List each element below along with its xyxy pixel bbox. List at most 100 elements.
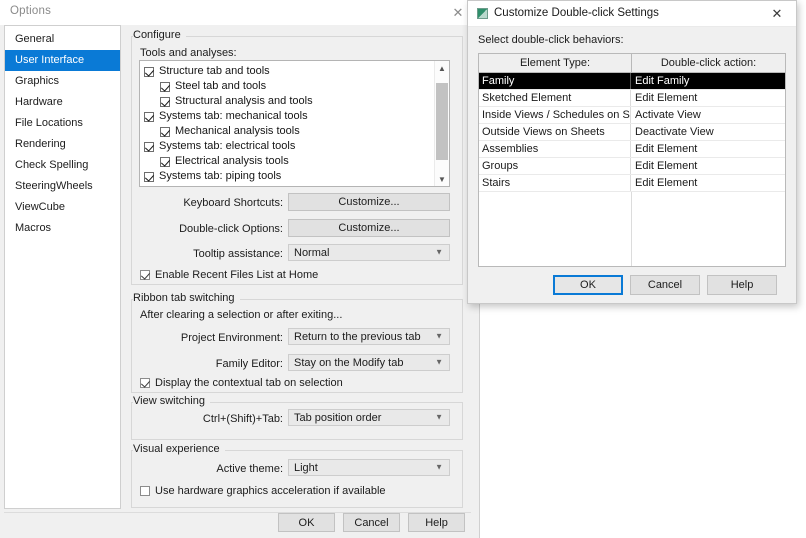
cell-double-click-action: Deactivate View	[635, 126, 714, 138]
close-icon[interactable]: ✕	[764, 4, 790, 24]
cell-double-click-action: Activate View	[635, 109, 701, 121]
options-window-title: Options	[10, 5, 52, 17]
tree-item-label: Systems tab: piping tools	[159, 170, 282, 182]
tree-item[interactable]: Steel tab and tools	[144, 79, 313, 94]
options-sidebar[interactable]: General User Interface Graphics Hardware Fil…	[4, 25, 121, 509]
sidebar-item-viewcube[interactable]: ViewCube	[5, 197, 120, 218]
table-body: Family Edit Family Sketched Element Edit El…	[479, 73, 785, 192]
double-click-settings-table[interactable]: Element Type: Double-click action: Famil…	[478, 53, 786, 267]
sidebar-item-hardware[interactable]: Hardware	[5, 92, 120, 113]
checkbox-icon[interactable]	[160, 156, 170, 167]
scroll-up-icon[interactable]: ▲	[435, 61, 449, 75]
double-click-options-label: Double-click Options:	[179, 223, 283, 235]
table-header-row: Element Type: Double-click action:	[479, 54, 785, 73]
sidebar-item-user-interface[interactable]: User Interface	[5, 50, 120, 71]
project-environment-label: Project Environment:	[180, 332, 283, 344]
project-environment-select[interactable]: Return to the previous tab ▼	[288, 328, 450, 345]
dialog-help-button[interactable]: Help	[707, 275, 777, 295]
column-header-double-click-action[interactable]: Double-click action:	[632, 54, 785, 72]
checkbox-icon[interactable]	[160, 96, 170, 107]
tree-item[interactable]: Systems tab: mechanical tools	[144, 109, 313, 124]
family-editor-value: Stay on the Modify tab	[294, 356, 404, 369]
tree-item[interactable]: Mechanical analysis tools	[144, 124, 313, 139]
sidebar-item-rendering[interactable]: Rendering	[5, 134, 120, 155]
ribbon-intro-label: After clearing a selection or after exit…	[140, 309, 343, 321]
active-theme-select[interactable]: Light ▼	[288, 459, 450, 476]
cell-double-click-action: Edit Element	[635, 143, 698, 155]
table-row[interactable]: Outside Views on Sheets Deactivate View	[479, 124, 785, 141]
table-row[interactable]: Groups Edit Element	[479, 158, 785, 175]
family-editor-label: Family Editor:	[215, 358, 283, 370]
checkbox-icon[interactable]	[144, 141, 154, 152]
checkbox-icon[interactable]	[144, 171, 154, 182]
table-row[interactable]: Sketched Element Edit Element	[479, 90, 785, 107]
ctrl-tab-select[interactable]: Tab position order ▼	[288, 409, 450, 426]
sidebar-item-steeringwheels[interactable]: SteeringWheels	[5, 176, 120, 197]
tools-tree-list[interactable]: Structure tab and tools Steel tab and too…	[139, 60, 450, 187]
cell-element-type: Outside Views on Sheets	[479, 124, 631, 140]
tree-item[interactable]: Electrical analysis tools	[144, 154, 313, 169]
tools-and-analyses-label: Tools and analyses:	[140, 47, 237, 59]
active-theme-label: Active theme:	[216, 463, 283, 475]
cell-element-type: Sketched Element	[479, 90, 631, 106]
scroll-down-icon[interactable]: ▼	[435, 172, 449, 186]
display-contextual-tab-checkbox[interactable]: Display the contextual tab on selection	[140, 377, 343, 389]
tree-scrollbar[interactable]: ▲ ▼	[434, 61, 449, 186]
table-row[interactable]: Inside Views / Schedules on Sheets Activa…	[479, 107, 785, 124]
dialog-ok-button[interactable]: OK	[553, 275, 623, 295]
column-header-element-type[interactable]: Element Type:	[479, 54, 632, 72]
tree-item[interactable]: Piping analysis tools	[144, 184, 313, 188]
sidebar-item-file-locations[interactable]: File Locations	[5, 113, 120, 134]
hardware-acceleration-checkbox[interactable]: Use hardware graphics acceleration if av…	[140, 485, 386, 497]
checkbox-icon	[140, 486, 150, 496]
table-row[interactable]: Stairs Edit Element	[479, 175, 785, 192]
family-editor-select[interactable]: Stay on the Modify tab ▼	[288, 354, 450, 371]
cell-element-type: Family	[479, 73, 631, 89]
options-ok-button[interactable]: OK	[278, 513, 335, 532]
sidebar-item-label: Hardware	[15, 96, 63, 108]
tree-item-label: Mechanical analysis tools	[175, 125, 300, 137]
tooltip-assistance-select[interactable]: Normal ▼	[288, 244, 450, 261]
checkbox-icon	[140, 378, 150, 388]
options-cancel-button[interactable]: Cancel	[343, 513, 400, 532]
tooltip-assistance-value: Normal	[294, 246, 330, 259]
sidebar-item-label: SteeringWheels	[15, 180, 93, 192]
chevron-down-icon: ▼	[435, 331, 443, 341]
cell-element-type: Groups	[479, 158, 631, 174]
enable-recent-files-checkbox[interactable]: Enable Recent Files List at Home	[140, 269, 318, 281]
keyboard-shortcuts-customize-button[interactable]: Customize...	[288, 193, 450, 211]
scrollbar-thumb[interactable]	[436, 83, 448, 160]
checkbox-icon[interactable]	[160, 126, 170, 137]
sidebar-item-general[interactable]: General	[5, 29, 120, 50]
checkbox-icon[interactable]	[144, 66, 154, 77]
display-contextual-tab-label: Display the contextual tab on selection	[155, 377, 343, 389]
dialog-cancel-button[interactable]: Cancel	[630, 275, 700, 295]
customize-double-click-settings-dialog: Customize Double-click Settings ✕ Select…	[467, 0, 797, 304]
checkbox-icon[interactable]	[160, 81, 170, 92]
tooltip-assistance-label: Tooltip assistance:	[193, 248, 283, 260]
table-row[interactable]: Family Edit Family	[479, 73, 785, 90]
hardware-acceleration-label: Use hardware graphics acceleration if av…	[155, 485, 386, 497]
checkbox-icon[interactable]	[144, 111, 154, 122]
tree-item[interactable]: Structural analysis and tools	[144, 94, 313, 109]
sidebar-item-check-spelling[interactable]: Check Spelling	[5, 155, 120, 176]
project-environment-value: Return to the previous tab	[294, 330, 421, 343]
table-empty-col2	[632, 192, 785, 266]
double-click-customize-button[interactable]: Customize...	[288, 219, 450, 237]
cell-double-click-action: Edit Element	[635, 177, 698, 189]
dialog-subtitle: Select double-click behaviors:	[478, 34, 624, 46]
active-theme-value: Light	[294, 461, 318, 474]
dialog-title: Customize Double-click Settings	[494, 7, 659, 19]
checkbox-icon[interactable]	[160, 187, 170, 188]
options-help-button[interactable]: Help	[408, 513, 465, 532]
tree-item[interactable]: Systems tab: electrical tools	[144, 139, 313, 154]
tree-item-label: Structural analysis and tools	[175, 95, 313, 107]
sidebar-item-graphics[interactable]: Graphics	[5, 71, 120, 92]
cell-element-type: Inside Views / Schedules on Sheets	[479, 107, 631, 123]
table-row[interactable]: Assemblies Edit Element	[479, 141, 785, 158]
keyboard-shortcuts-label: Keyboard Shortcuts:	[183, 197, 283, 209]
tree-item[interactable]: Systems tab: piping tools	[144, 169, 313, 184]
tree-item-label: Steel tab and tools	[175, 80, 267, 92]
tree-item[interactable]: Structure tab and tools	[144, 64, 313, 79]
sidebar-item-macros[interactable]: Macros	[5, 218, 120, 239]
